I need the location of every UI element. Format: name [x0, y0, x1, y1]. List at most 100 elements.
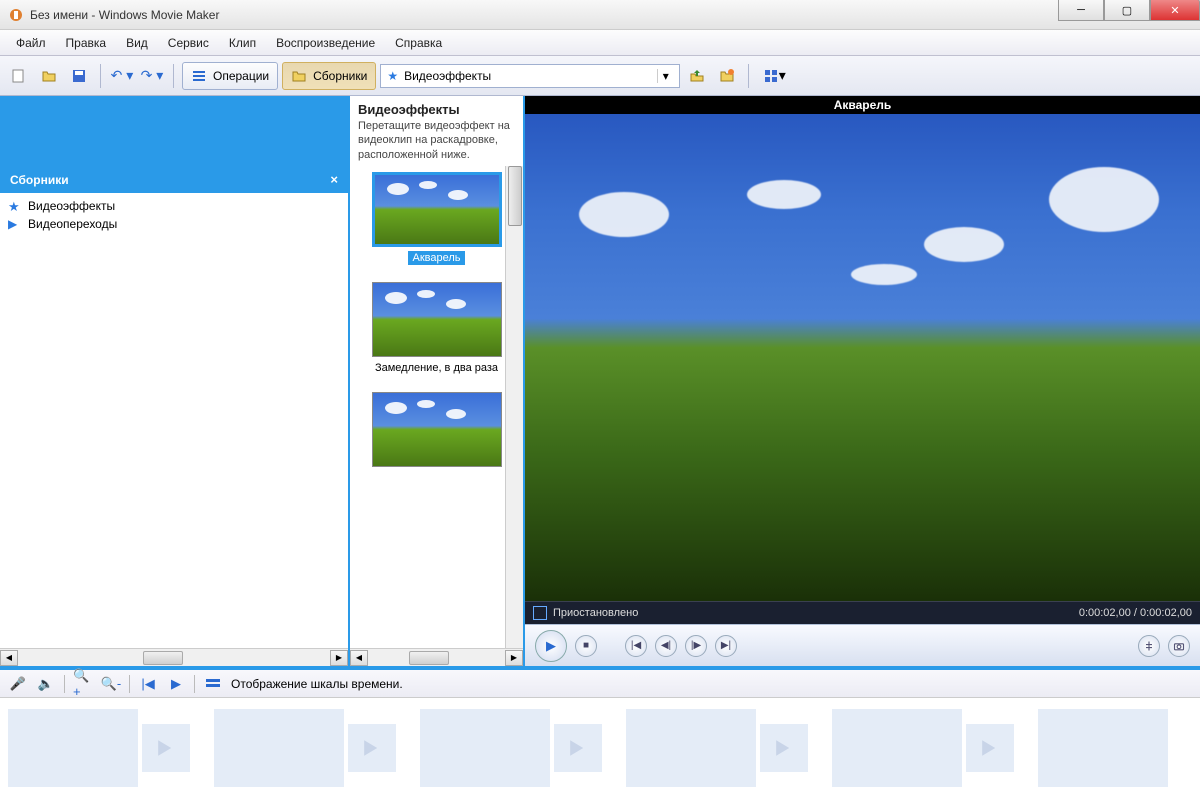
view-mode-button[interactable]: ▾: [757, 63, 791, 89]
effect-thumbnail: [372, 282, 502, 357]
scroll-right-icon[interactable]: ▶: [505, 650, 523, 666]
frame-forward-button[interactable]: |▶: [685, 635, 707, 657]
play-timeline-button[interactable]: ▶: [166, 674, 186, 694]
audio-levels-button[interactable]: 🔈: [36, 674, 56, 694]
effect-item-3[interactable]: [356, 392, 517, 485]
scroll-right-icon[interactable]: ▶: [330, 650, 348, 666]
close-panel-icon[interactable]: ×: [330, 172, 338, 187]
menu-tools[interactable]: Сервис: [158, 33, 219, 53]
effect-item-watercolor[interactable]: Акварель: [356, 172, 517, 266]
timeline-view-label[interactable]: Отображение шкалы времени.: [231, 677, 403, 691]
preview-title: Акварель: [525, 96, 1200, 114]
minimize-button[interactable]: ─: [1058, 0, 1104, 21]
narrate-button[interactable]: 🎤: [8, 674, 28, 694]
star-icon: ★: [8, 199, 22, 213]
menu-clip[interactable]: Клип: [219, 33, 266, 53]
scroll-thumb[interactable]: [508, 166, 522, 226]
rewind-timeline-button[interactable]: |◀: [138, 674, 158, 694]
fullscreen-icon[interactable]: [533, 606, 547, 620]
up-level-button[interactable]: [684, 63, 710, 89]
storyboard-clip-slot[interactable]: [8, 709, 138, 787]
tree-item-label: Видеопереходы: [28, 217, 117, 231]
storyboard-transition-slot[interactable]: [554, 724, 602, 772]
title-bar: Без имени - Windows Movie Maker ─ ▢ ✕: [0, 0, 1200, 30]
preview-panel: Акварель Приостановлено 0:00:02,00 / 0:0…: [525, 96, 1200, 666]
effect-item-slowdown[interactable]: Замедление, в два раза: [356, 282, 517, 376]
rewind-start-button[interactable]: |◀: [625, 635, 647, 657]
effect-label: Акварель: [408, 251, 464, 265]
effects-list: Акварель Замедление, в два раза: [350, 166, 523, 648]
save-button[interactable]: [66, 63, 92, 89]
undo-button[interactable]: ↶ ▾: [109, 63, 135, 89]
player-controls: ▶ ■ |◀ ◀| |▶ ▶|: [525, 624, 1200, 666]
preview-monitor: [525, 114, 1200, 601]
tree-item-label: Видеоэффекты: [28, 199, 115, 213]
effect-thumbnail: [372, 172, 502, 247]
play-button[interactable]: ▶: [535, 630, 567, 662]
window-title: Без имени - Windows Movie Maker: [30, 8, 1058, 22]
scroll-thumb[interactable]: [143, 651, 183, 665]
left-scrollbar[interactable]: ◀ ▶: [0, 648, 348, 666]
menu-play[interactable]: Воспроизведение: [266, 33, 385, 53]
snapshot-button[interactable]: [1168, 635, 1190, 657]
effects-scrollbar[interactable]: [505, 166, 523, 648]
collection-dropdown[interactable]: ★ Видеоэффекты ▾: [380, 64, 680, 88]
zoom-in-button[interactable]: 🔍+: [73, 674, 93, 694]
scroll-thumb[interactable]: [409, 651, 449, 665]
dropdown-value: Видеоэффекты: [404, 69, 651, 83]
effects-description: Перетащите видеоэффект на видеоклип на р…: [358, 119, 515, 162]
storyboard-clip-slot[interactable]: [1038, 709, 1168, 787]
tree-item-video-effects[interactable]: ★ Видеоэффекты: [4, 197, 344, 215]
menu-bar: Файл Правка Вид Сервис Клип Воспроизведе…: [0, 30, 1200, 56]
menu-file[interactable]: Файл: [6, 33, 56, 53]
storyboard-clip-slot[interactable]: [626, 709, 756, 787]
collections-header: Сборники ×: [0, 166, 348, 193]
menu-help[interactable]: Справка: [385, 33, 452, 53]
collections-tree: ★ Видеоэффекты ▶ Видеопереходы: [0, 193, 348, 648]
menu-edit[interactable]: Правка: [56, 33, 117, 53]
star-icon: ★: [387, 69, 398, 83]
tasks-label: Операции: [213, 69, 269, 83]
collections-panel: Сборники × ★ Видеоэффекты ▶ Видеопереход…: [0, 96, 350, 666]
storyboard: [0, 698, 1200, 798]
timeline-view-icon[interactable]: [203, 674, 223, 694]
scroll-left-icon[interactable]: ◀: [0, 650, 18, 666]
open-button[interactable]: [36, 63, 62, 89]
new-project-button[interactable]: [6, 63, 32, 89]
storyboard-clip-slot[interactable]: [214, 709, 344, 787]
new-folder-button[interactable]: [714, 63, 740, 89]
playback-status: Приостановлено: [553, 607, 638, 619]
redo-button[interactable]: ↷ ▾: [139, 63, 165, 89]
stop-button[interactable]: ■: [575, 635, 597, 657]
mid-scrollbar-h[interactable]: ◀ ▶: [350, 648, 523, 666]
storyboard-transition-slot[interactable]: [760, 724, 808, 772]
storyboard-transition-slot[interactable]: [142, 724, 190, 772]
chevron-down-icon: ▾: [657, 69, 673, 83]
effects-title: Видеоэффекты: [358, 102, 515, 117]
transition-icon: ▶: [8, 217, 22, 231]
timeline-toolbar: 🎤 🔈 🔍+ 🔍- |◀ ▶ Отображение шкалы времени…: [0, 670, 1200, 698]
preview-image: [525, 114, 1200, 601]
toolbar: ↶ ▾ ↷ ▾ Операции Сборники ★ Видеоэффекты…: [0, 56, 1200, 96]
storyboard-transition-slot[interactable]: [348, 724, 396, 772]
close-button[interactable]: ✕: [1150, 0, 1200, 21]
collections-toggle[interactable]: Сборники: [282, 62, 376, 90]
effects-panel: Видеоэффекты Перетащите видеоэффект на в…: [350, 96, 525, 666]
scroll-left-icon[interactable]: ◀: [350, 650, 368, 666]
effect-thumbnail: [372, 392, 502, 467]
menu-view[interactable]: Вид: [116, 33, 158, 53]
forward-end-button[interactable]: ▶|: [715, 635, 737, 657]
tasks-toggle[interactable]: Операции: [182, 62, 278, 90]
time-display: 0:00:02,00 / 0:00:02,00: [1079, 607, 1192, 619]
storyboard-transition-slot[interactable]: [966, 724, 1014, 772]
effect-label: Замедление, в два раза: [371, 361, 502, 375]
frame-back-button[interactable]: ◀|: [655, 635, 677, 657]
split-clip-button[interactable]: [1138, 635, 1160, 657]
tree-item-video-transitions[interactable]: ▶ Видеопереходы: [4, 215, 344, 233]
maximize-button[interactable]: ▢: [1104, 0, 1150, 21]
zoom-out-button[interactable]: 🔍-: [101, 674, 121, 694]
collections-title: Сборники: [10, 173, 69, 187]
app-icon: [8, 7, 24, 23]
storyboard-clip-slot[interactable]: [832, 709, 962, 787]
storyboard-clip-slot[interactable]: [420, 709, 550, 787]
